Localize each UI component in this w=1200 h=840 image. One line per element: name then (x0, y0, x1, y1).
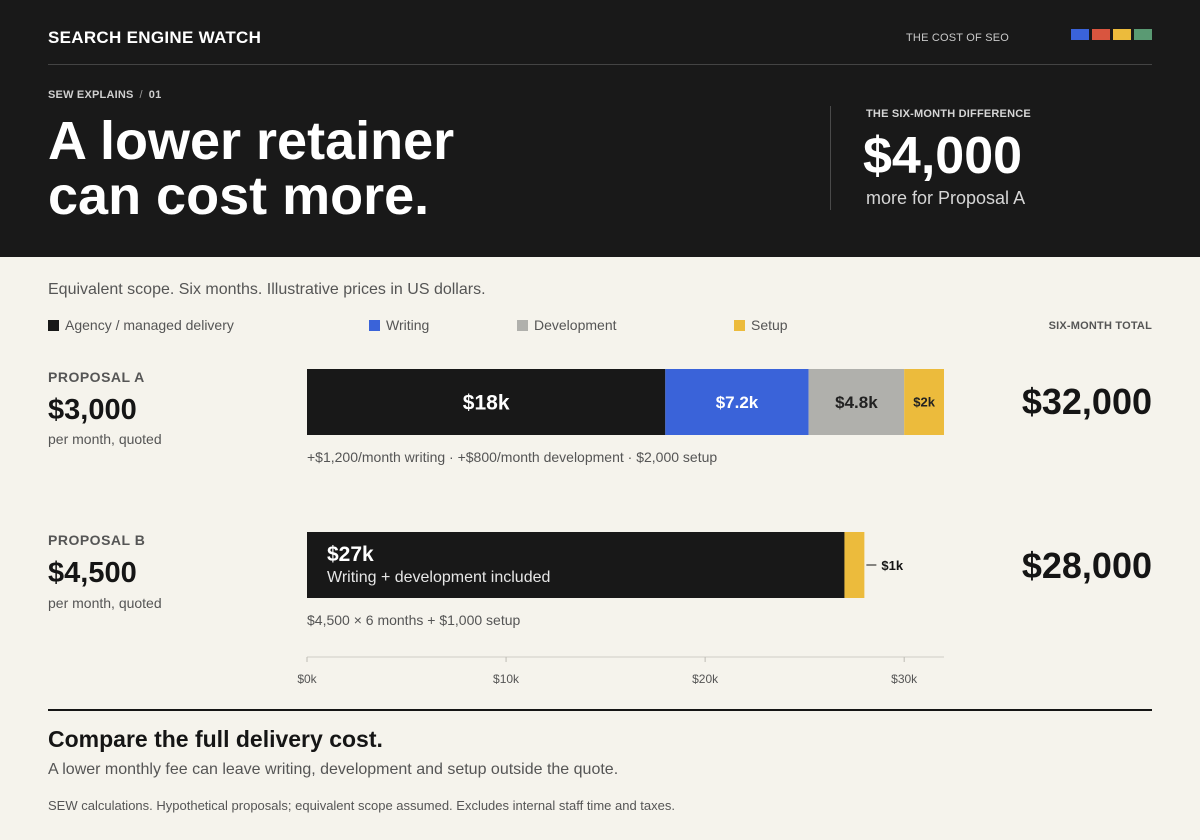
breadcrumb-separator: / (139, 89, 143, 101)
header: SEARCH ENGINE WATCH THE COST OF SEO SEW … (0, 0, 1200, 257)
bar-label-a-agency: $18k (463, 392, 510, 415)
bar-b-agency (307, 532, 845, 598)
bar-label-a-development: $4.8k (835, 393, 878, 412)
legend-label-writing: Writing (386, 317, 430, 333)
difference-label: THE SIX-MONTH DIFFERENCE (866, 108, 1031, 120)
color-swatches (1071, 29, 1152, 40)
legend-item-writing: Writing (369, 317, 429, 333)
swatch-red (1092, 29, 1110, 40)
header-divider (48, 64, 1152, 65)
x-tick-label-1: $10k (493, 672, 520, 686)
chart-subtitle: Equivalent scope. Six months. Illustrati… (48, 281, 486, 298)
bar-label-b-setup: $1k (881, 558, 903, 573)
legend-swatch-writing (369, 319, 380, 331)
x-tick-label-3: $30k (891, 672, 918, 686)
legend-label-development: Development (534, 317, 617, 333)
swatch-green (1134, 29, 1152, 40)
headline-line-1: A lower retainer (48, 111, 455, 171)
breadcrumb: SEW EXPLAINS / 01 (48, 89, 161, 101)
breadcrumb-section[interactable]: SEW EXPLAINS (48, 89, 134, 101)
legend-label-agency: Agency / managed delivery (65, 317, 234, 333)
legend-item-agency: Agency / managed delivery (48, 317, 234, 333)
bar-label-a-writing: $7.2k (716, 393, 759, 412)
page-title: A lower retainer can cost more. (48, 114, 748, 224)
swatch-yellow (1113, 29, 1131, 40)
legend-item-setup: Setup (734, 317, 788, 333)
legend-item-development: Development (517, 317, 617, 333)
legend-swatch-development (517, 319, 528, 331)
conclusion-subtitle: A lower monthly fee can leave writing, d… (48, 761, 619, 778)
difference-note: more for Proposal A (866, 188, 1026, 208)
difference-value: $4,000 (863, 127, 1023, 185)
bar-label-b-agency: $27k (327, 543, 374, 566)
cost-bar-chart: $18k $7.2k $4.8k $2k $27k Writing + developme… (297, 369, 944, 686)
legend-swatch-agency (48, 319, 59, 331)
total-column-header: SIX-MONTH TOTAL (1048, 320, 1152, 332)
swatch-blue (1071, 29, 1089, 40)
brand-logo[interactable]: SEARCH ENGINE WATCH (48, 28, 261, 48)
headline-line-2: can cost more. (48, 166, 430, 226)
header-vertical-divider (830, 106, 831, 210)
x-tick-label-2: $20k (692, 672, 719, 686)
x-tick-label-0: $0k (297, 672, 317, 686)
bar-label-a-setup: $2k (913, 395, 935, 410)
bar-b-setup (844, 532, 865, 598)
legend-swatch-setup (734, 319, 745, 331)
footer-divider (48, 709, 1152, 711)
series-kicker: THE COST OF SEO (906, 32, 1010, 44)
legend-label-setup: Setup (751, 317, 788, 333)
bar-b-note: Writing + development included (327, 569, 550, 586)
breadcrumb-number: 01 (148, 89, 162, 101)
conclusion-title: Compare the full delivery cost. (48, 726, 383, 752)
source-note: SEW calculations. Hypothetical proposals… (48, 798, 675, 813)
